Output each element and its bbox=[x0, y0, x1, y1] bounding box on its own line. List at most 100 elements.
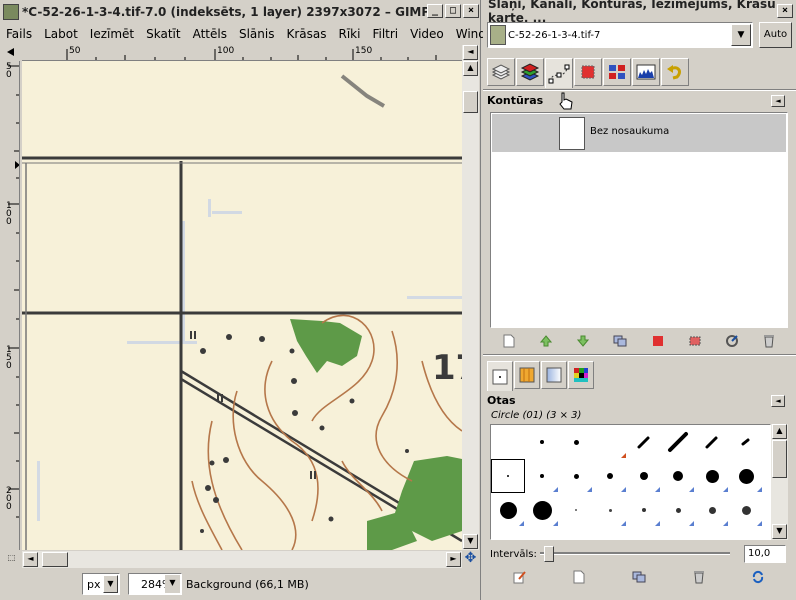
brush-item[interactable] bbox=[627, 459, 661, 493]
brush-item[interactable] bbox=[695, 493, 729, 527]
duplicate-path-icon[interactable] bbox=[610, 332, 630, 350]
paths-list[interactable]: Bez nosaukuma bbox=[490, 112, 788, 328]
edit-brush-icon[interactable] bbox=[510, 568, 530, 586]
histogram-tab-icon bbox=[636, 64, 656, 80]
new-brush-icon[interactable] bbox=[569, 568, 589, 586]
tab-selection[interactable] bbox=[574, 58, 602, 86]
delete-path-icon[interactable] bbox=[759, 332, 779, 350]
spacing-slider-handle[interactable] bbox=[544, 546, 554, 562]
vertical-scroll-thumb[interactable] bbox=[463, 91, 478, 113]
brush-item[interactable] bbox=[525, 425, 559, 459]
menu-image[interactable]: Attēls bbox=[187, 27, 233, 41]
tab-palettes[interactable] bbox=[568, 361, 594, 389]
brush-item[interactable] bbox=[593, 425, 627, 459]
duplicate-brush-icon[interactable] bbox=[629, 568, 649, 586]
scroll-up-button[interactable]: ▲ bbox=[772, 424, 787, 439]
selection-to-path-icon[interactable] bbox=[685, 332, 705, 350]
vertical-ruler[interactable]: 5 0 1 0 0 1 5 0 2 0 0 bbox=[4, 61, 20, 550]
brush-item[interactable] bbox=[559, 459, 593, 493]
menu-colors[interactable]: Krāsas bbox=[280, 27, 332, 41]
brushes-tab-icon bbox=[492, 369, 508, 384]
brush-item[interactable] bbox=[695, 425, 729, 459]
lower-path-icon[interactable] bbox=[573, 332, 593, 350]
navigate-move-icon[interactable]: ✥ bbox=[463, 551, 478, 567]
patterns-tab-icon bbox=[519, 367, 535, 383]
brush-item[interactable] bbox=[593, 493, 627, 527]
menu-tools[interactable]: Rīki bbox=[332, 27, 366, 41]
image-canvas[interactable]: 17 bbox=[22, 61, 462, 550]
scroll-down-button[interactable]: ▼ bbox=[772, 524, 787, 539]
canvas-vertical-scrollbar[interactable]: ◄ ▲ ▼ bbox=[462, 45, 479, 550]
brush-item-selected[interactable] bbox=[491, 459, 525, 493]
zoom-selector[interactable]: 284% ▼ bbox=[128, 573, 182, 595]
tab-brushes[interactable] bbox=[487, 361, 513, 391]
dock-window: Slāņi, Kanāli, Kontūras, Iezīmējums, Krā… bbox=[483, 0, 796, 600]
image-selector[interactable]: C-52-26-1-3-4.tif-7 ▼ bbox=[487, 22, 753, 48]
spacing-slider[interactable] bbox=[540, 552, 730, 555]
brush-item[interactable] bbox=[695, 459, 729, 493]
minimize-button[interactable]: _ bbox=[427, 4, 443, 18]
brush-item[interactable] bbox=[661, 425, 695, 459]
stroke-path-icon[interactable] bbox=[722, 332, 742, 350]
brush-scroll-thumb[interactable] bbox=[772, 440, 787, 478]
brush-item[interactable] bbox=[627, 425, 661, 459]
tab-layers[interactable] bbox=[487, 58, 515, 86]
path-to-selection-icon[interactable] bbox=[648, 332, 668, 350]
menu-select[interactable]: Iezīmēt bbox=[84, 27, 140, 41]
quick-mask-icon[interactable]: ⬚ bbox=[4, 552, 19, 567]
tab-channels[interactable] bbox=[516, 58, 544, 86]
brush-item[interactable] bbox=[491, 493, 525, 527]
brush-grid[interactable] bbox=[490, 424, 771, 540]
brush-item[interactable] bbox=[525, 493, 559, 527]
close-button[interactable]: × bbox=[463, 4, 479, 18]
menu-video[interactable]: Video bbox=[404, 27, 450, 41]
brush-item[interactable] bbox=[729, 425, 763, 459]
brush-item[interactable] bbox=[729, 493, 763, 527]
delete-brush-icon[interactable] bbox=[689, 568, 709, 586]
tab-colormap[interactable] bbox=[603, 58, 631, 86]
brush-item[interactable] bbox=[593, 459, 627, 493]
scroll-left-button[interactable]: ◄ bbox=[23, 552, 38, 567]
brush-scrollbar[interactable]: ▲ ▼ bbox=[771, 424, 788, 540]
tab-gradients[interactable] bbox=[541, 361, 567, 389]
scroll-right-button[interactable]: ► bbox=[446, 552, 461, 567]
auto-button[interactable]: Auto bbox=[759, 22, 792, 48]
menu-layer[interactable]: Slānis bbox=[233, 27, 281, 41]
refresh-brushes-icon[interactable] bbox=[748, 568, 768, 586]
brush-item[interactable] bbox=[627, 493, 661, 527]
ruler-h-label: 100 bbox=[217, 46, 235, 56]
menu-edit[interactable]: Labot bbox=[38, 27, 84, 41]
brush-item[interactable] bbox=[525, 459, 559, 493]
panel-menu-button[interactable]: ◄ bbox=[771, 395, 785, 407]
tab-undo[interactable] bbox=[661, 58, 689, 86]
menu-filters[interactable]: Filtri bbox=[366, 27, 404, 41]
scroll-up-button[interactable]: ▲ bbox=[463, 61, 478, 76]
brush-item[interactable] bbox=[559, 425, 593, 459]
dock-titlebar[interactable]: Slāņi, Kanāli, Kontūras, Iezīmējums, Krā… bbox=[483, 0, 796, 25]
brush-item[interactable] bbox=[559, 493, 593, 527]
brush-item[interactable] bbox=[491, 425, 525, 459]
menu-view[interactable]: Skatīt bbox=[140, 27, 186, 41]
horizontal-ruler[interactable]: 50 100 150 bbox=[22, 45, 462, 61]
brush-item[interactable] bbox=[729, 459, 763, 493]
maximize-button[interactable]: □ bbox=[445, 4, 461, 18]
brush-item[interactable] bbox=[661, 459, 695, 493]
menu-file[interactable]: Fails bbox=[0, 27, 38, 41]
scroll-down-button[interactable]: ▼ bbox=[463, 534, 478, 549]
tab-patterns[interactable] bbox=[514, 361, 540, 389]
dock-close-button[interactable]: × bbox=[777, 4, 793, 18]
spacing-input[interactable]: 10,0 bbox=[744, 545, 786, 563]
ruler-corner-button[interactable] bbox=[4, 45, 22, 61]
new-path-icon[interactable] bbox=[499, 332, 519, 350]
canvas-horizontal-scrollbar[interactable]: ◄ ► bbox=[22, 551, 462, 568]
unit-selector[interactable]: px ▼ bbox=[82, 573, 120, 595]
list-item[interactable]: Bez nosaukuma bbox=[492, 114, 786, 152]
brush-item[interactable] bbox=[661, 493, 695, 527]
navigate-icon[interactable]: ◄ bbox=[463, 45, 478, 60]
tab-histogram[interactable] bbox=[632, 58, 660, 86]
raise-path-icon[interactable] bbox=[536, 332, 556, 350]
image-window-titlebar[interactable]: *C-52-26-1-3-4.tif-7.0 (indeksēts, 1 lay… bbox=[0, 0, 480, 24]
tab-paths[interactable] bbox=[545, 58, 573, 88]
panel-menu-button[interactable]: ◄ bbox=[771, 95, 785, 107]
horizontal-scroll-thumb[interactable] bbox=[42, 552, 68, 567]
